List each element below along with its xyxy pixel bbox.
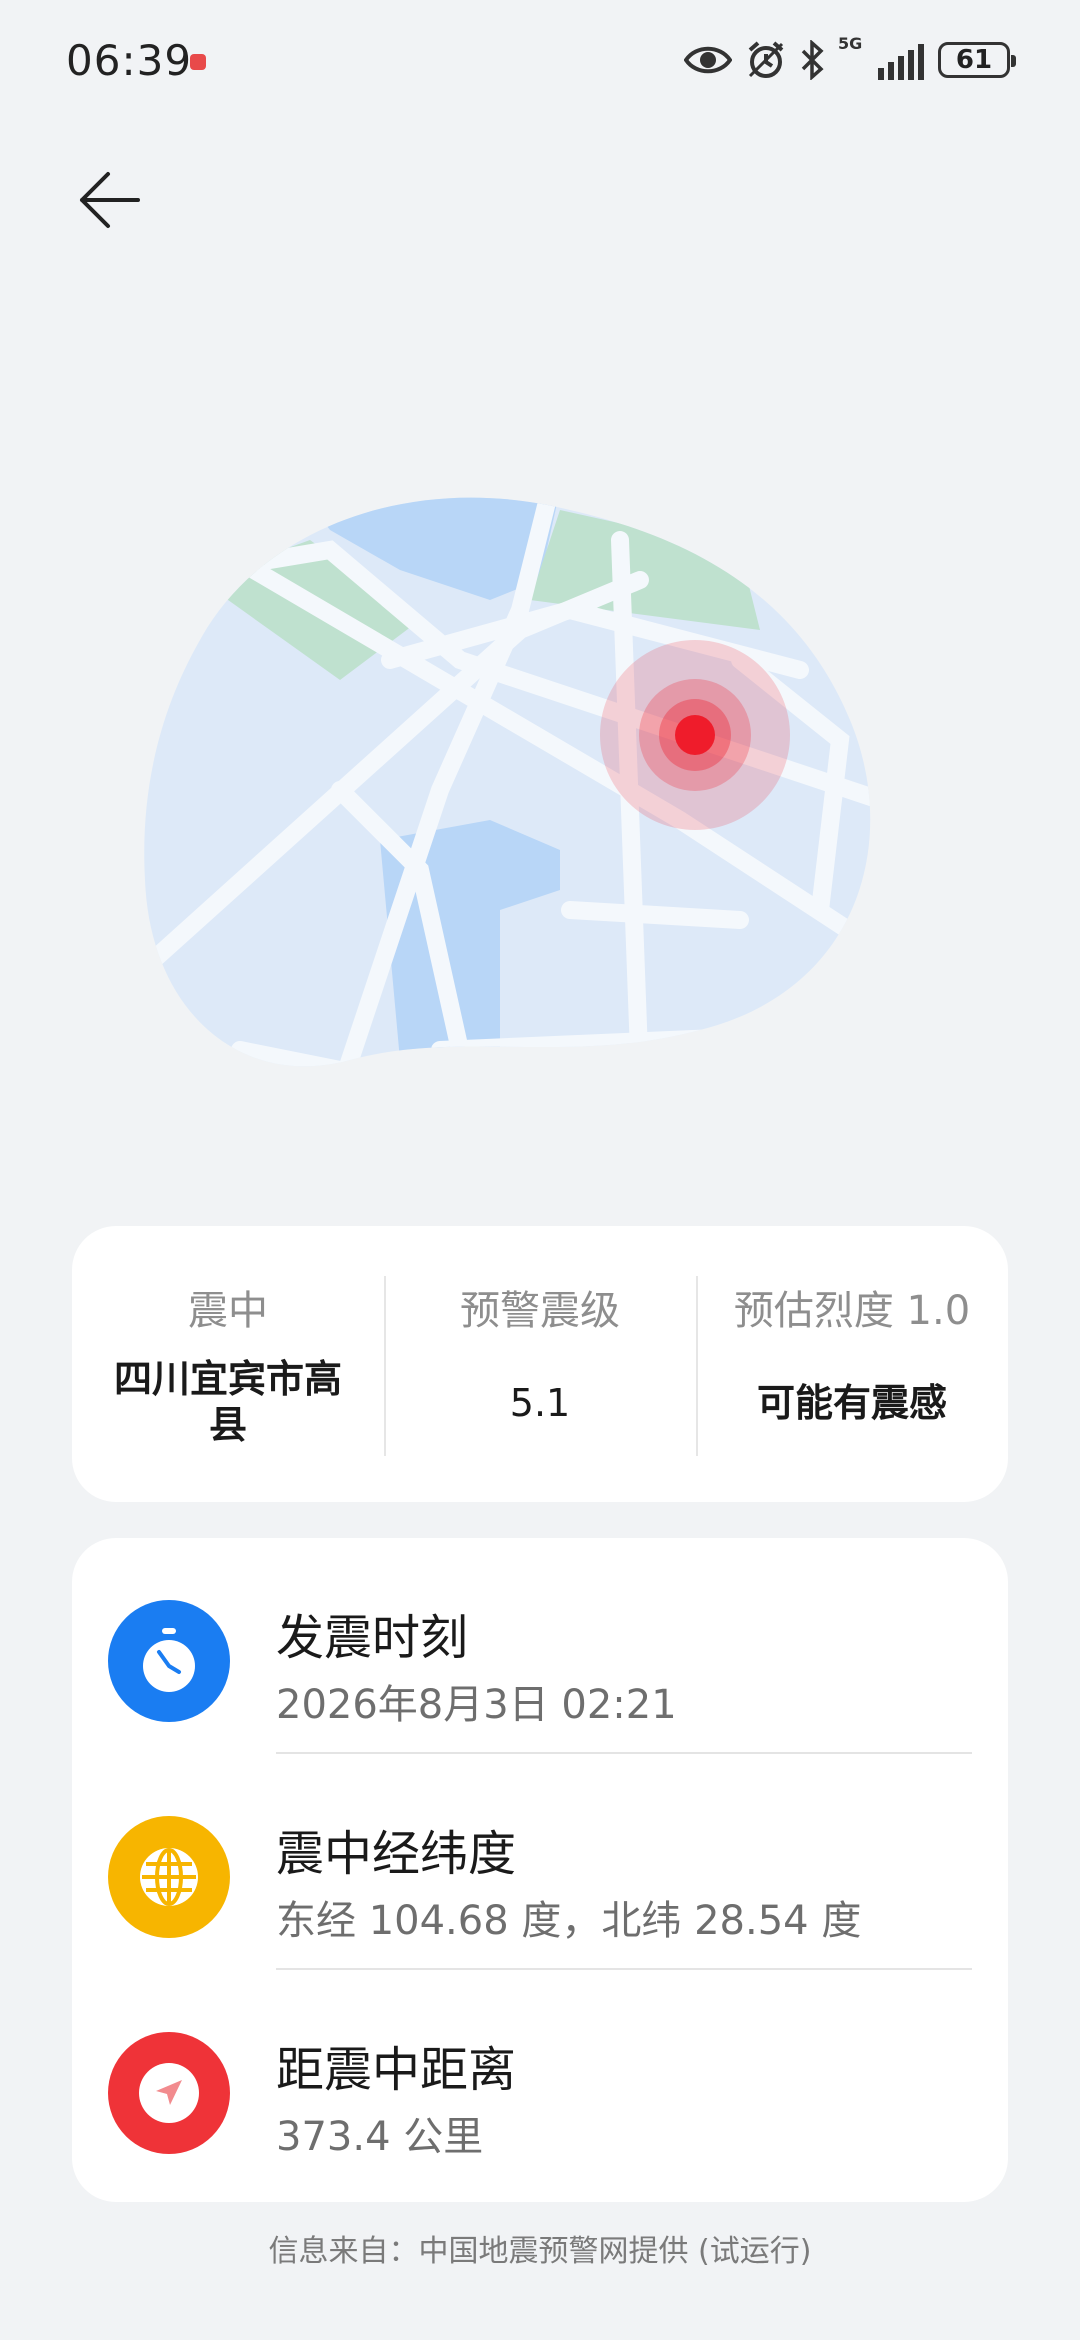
battery-level: 61 — [955, 45, 993, 75]
status-time: 06:39 — [66, 36, 193, 85]
epicenter-map — [144, 497, 871, 1067]
earthquake-detail-card: 发震时刻 2026年8月3日 02:21 震中经纬度 东经 104.68 度，北… — [72, 1538, 1008, 2202]
detail-title: 震中经纬度 — [276, 1826, 517, 1882]
globe-icon — [108, 1816, 230, 1938]
data-source-footer: 信息来自：中国地震预警网提供 (试运行) — [268, 2234, 812, 2269]
eye-icon — [684, 46, 732, 74]
detail-title: 发震时刻 — [276, 1610, 469, 1666]
magnitude-label: 预警震级 — [460, 1288, 620, 1334]
epicenter-value: 四川宜宾市高县 — [113, 1357, 342, 1447]
clock-icon — [108, 1600, 230, 1722]
arrow-left-icon — [80, 172, 140, 228]
battery-icon: 61 — [938, 42, 1016, 78]
notification-icon — [190, 54, 206, 70]
detail-subtitle: 东经 104.68 度，北纬 28.54 度 — [276, 1898, 862, 1944]
epicenter-marker — [675, 715, 715, 755]
alarm-icon — [748, 41, 784, 78]
status-icons: 5G 61 — [684, 34, 1016, 82]
magnitude-value: 5.1 — [509, 1381, 571, 1425]
detail-row-time: 发震时刻 2026年8月3日 02:21 — [72, 1538, 1008, 1754]
epicenter-column: 震中 四川宜宾市高县 — [72, 1226, 384, 1502]
intensity-value: 可能有震感 — [756, 1381, 947, 1425]
detail-row-coordinates: 震中经纬度 东经 104.68 度，北纬 28.54 度 — [72, 1754, 1008, 1970]
back-button[interactable] — [70, 160, 150, 240]
magnitude-column: 预警震级 5.1 — [384, 1226, 696, 1502]
intensity-column: 预估烈度 1.0 可能有震感 — [696, 1226, 1008, 1502]
navigation-icon — [108, 2032, 230, 2154]
status-bar: 06:39 5G 61 — [0, 0, 1080, 120]
bluetooth-icon — [801, 40, 824, 80]
detail-row-distance: 距震中距离 373.4 公里 — [72, 1970, 1008, 2186]
detail-title: 距震中距离 — [276, 2042, 517, 2098]
detail-subtitle: 373.4 公里 — [276, 2114, 484, 2160]
detail-subtitle: 2026年8月3日 02:21 — [276, 1682, 677, 1728]
epicenter-label: 震中 — [188, 1288, 268, 1334]
earthquake-summary-card: 震中 四川宜宾市高县 预警震级 5.1 预估烈度 1.0 可能有震感 — [72, 1226, 1008, 1502]
intensity-label: 预估烈度 1.0 — [733, 1288, 971, 1334]
network-type: 5G — [838, 34, 863, 53]
signal-icon: 5G — [838, 34, 924, 80]
